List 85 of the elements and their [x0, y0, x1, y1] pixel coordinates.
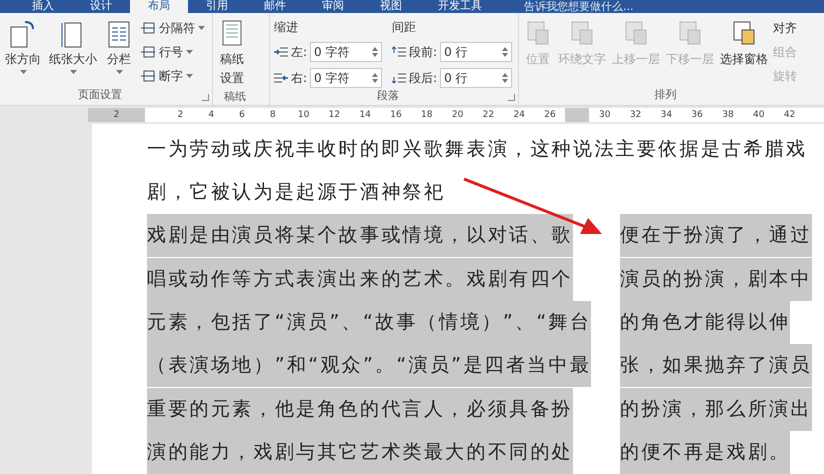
- ribbon-tab[interactable]: 布局: [130, 0, 188, 13]
- body-text: 的扮演，那么所演出: [620, 388, 812, 431]
- body-text: 唱或动作等方式表演出来的艺术。戏剧有四个: [147, 258, 573, 301]
- ruler-number: 20: [450, 108, 464, 122]
- dialog-launcher-icon[interactable]: [508, 94, 515, 101]
- caret-icon: [70, 70, 76, 74]
- group-label: 稿纸: [223, 89, 247, 105]
- ribbon-tab[interactable]: 插入: [14, 0, 72, 13]
- ruler-number: 16: [389, 108, 403, 122]
- ruler-number: 24: [512, 108, 526, 122]
- ribbon-button[interactable]: 张方向: [4, 17, 42, 87]
- number-field[interactable]: 0 行: [440, 68, 512, 88]
- ruler-number: 4: [207, 108, 216, 122]
- ruler-number: 34: [660, 108, 674, 122]
- ribbon-button[interactable]: 分栏: [104, 17, 134, 87]
- ruler-number: 2: [112, 108, 120, 122]
- ribbon-tab[interactable]: 审阅: [304, 0, 362, 13]
- caret-icon: [198, 26, 205, 30]
- ruler-number: 38: [721, 108, 735, 122]
- ribbon-button[interactable]: 断字: [140, 67, 205, 85]
- body-text: 演的能力，戏剧与其它艺术类最大的不同的处: [147, 430, 573, 474]
- group-label: 排列: [654, 87, 678, 103]
- spinner-icon[interactable]: [502, 46, 508, 58]
- body-text: 重要的元素，他是角色的代言人，必须具备扮: [147, 388, 573, 431]
- body-text: 元素，包括了“演员”、“故事（情境）”、“舞台: [147, 300, 592, 344]
- dialog-launcher-icon[interactable]: [202, 94, 209, 101]
- ruler-number: 8: [268, 108, 277, 122]
- ribbon-tab[interactable]: 引用: [188, 0, 246, 13]
- ribbon-button[interactable]: 行号: [140, 43, 205, 61]
- body-text: 一为劳动或庆祝丰收时的即兴歌舞表演，这种说法主要依据是古希腊戏: [147, 136, 808, 162]
- body-text: 张，如果抛弃了演员: [620, 344, 812, 388]
- body-text: （表演场地）”和“观众”。“演员”是四者当中最: [147, 344, 592, 388]
- caret-icon: [116, 70, 122, 74]
- ribbon-button[interactable]: 选择窗格: [719, 17, 769, 87]
- body-text: 的角色才能得以伸: [620, 300, 790, 344]
- indent-right-icon: [274, 72, 288, 84]
- field-label: 左:: [291, 44, 308, 60]
- ruler-number: 14: [358, 108, 372, 122]
- section-title: 缩进: [274, 19, 299, 36]
- ribbon-tab[interactable]: 视图: [362, 0, 420, 13]
- ruler-number: 40: [752, 108, 766, 122]
- number-field[interactable]: 0 行: [440, 42, 512, 62]
- indent-left-icon: [274, 46, 288, 58]
- caret-icon: [186, 74, 193, 78]
- ruler-number: 36: [690, 108, 704, 122]
- ribbon-button[interactable]: 分隔符: [140, 19, 205, 37]
- page-orientation-icon: [9, 19, 37, 49]
- caret-icon: [20, 70, 26, 74]
- ruler-number: 18: [420, 108, 434, 122]
- body-text: 的便不再是戏剧。: [620, 430, 790, 474]
- caret-icon: [186, 50, 193, 54]
- group-label: 页面设置: [77, 87, 123, 103]
- section-title: 间距: [392, 19, 418, 36]
- column-gap-marker[interactable]: [565, 108, 590, 122]
- ruler-number: 42: [782, 108, 796, 122]
- ribbon-tab[interactable]: 设计: [72, 0, 130, 13]
- body-text: 便在于扮演了，通过: [620, 214, 812, 258]
- spacing-after-icon: [392, 72, 406, 84]
- body-text: 戏剧是由演员将某个故事或情境，以对话、歌: [147, 214, 573, 258]
- ruler-number: 22: [482, 108, 496, 122]
- field-label: 右:: [291, 70, 308, 86]
- number-field[interactable]: 0 字符: [310, 68, 382, 88]
- ribbon-tab[interactable]: 开发工具: [420, 0, 500, 13]
- ribbon-button[interactable]: 对齐: [773, 19, 797, 37]
- ribbon-tab[interactable]: 邮件: [246, 0, 304, 13]
- ruler-number: 2: [176, 108, 184, 122]
- spinner-icon[interactable]: [372, 46, 378, 58]
- ruler-number: 26: [543, 108, 557, 122]
- group-label: 段落: [376, 88, 400, 104]
- body-text: 演员的扮演，剧本中: [620, 258, 812, 301]
- tell-me-field[interactable]: 告诉我您想要做什么...: [524, 0, 634, 13]
- ruler-number: 32: [628, 108, 642, 122]
- body-text: 剧，它被认为是起源于酒神祭祀: [147, 180, 446, 206]
- ruler-number: 10: [296, 108, 310, 122]
- ribbon-button[interactable]: 稿纸 设置: [217, 17, 247, 89]
- ruler-number: 12: [328, 108, 342, 122]
- field-label: 段后:: [409, 70, 438, 86]
- spacing-before-icon: [392, 46, 406, 58]
- ruler-number: 30: [598, 108, 612, 122]
- field-label: 段前:: [409, 44, 438, 60]
- number-field[interactable]: 0 字符: [310, 42, 382, 62]
- ruler-number: 6: [238, 108, 246, 122]
- spinner-icon[interactable]: [502, 72, 508, 84]
- ribbon-button[interactable]: 纸张大小: [48, 17, 98, 87]
- spinner-icon[interactable]: [372, 72, 378, 84]
